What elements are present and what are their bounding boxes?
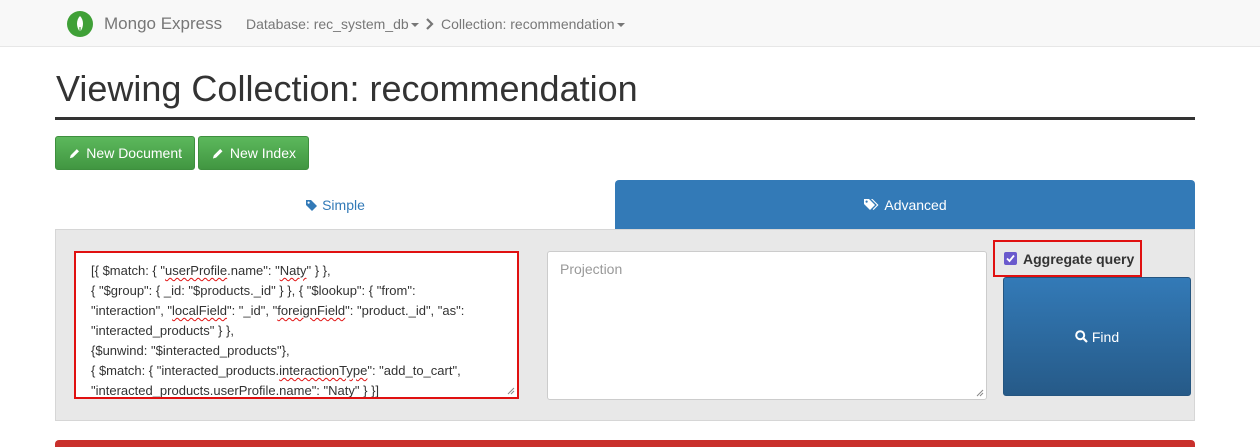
collection-dropdown[interactable]: Collection: recommendation: [441, 16, 625, 32]
tags-icon: [864, 199, 879, 210]
spellcheck-word: Naty: [279, 263, 307, 278]
collection-crumb-label: Collection: recommendation: [441, 16, 615, 32]
query-line: { $match: { "interacted_products.interac…: [91, 363, 461, 378]
search-icon: [1075, 330, 1088, 343]
spellcheck-word: interactionType: [279, 363, 368, 378]
new-document-label: New Document: [86, 145, 182, 161]
tab-simple-label: Simple: [322, 197, 365, 213]
query-line: [{ $match: { "userProfile.name": "Naty" …: [91, 263, 331, 278]
caret-down-icon: [410, 23, 419, 28]
tag-icon: [306, 199, 318, 211]
database-crumb-label: Database: rec_system_db: [246, 16, 409, 32]
pencil-icon: [212, 148, 223, 159]
caret-down-icon: [616, 23, 625, 28]
projection-placeholder: Projection: [560, 261, 623, 277]
new-document-button[interactable]: New Document: [55, 136, 195, 170]
spellcheck-word: userProfile: [213, 383, 276, 398]
projection-textarea[interactable]: Projection: [547, 251, 987, 400]
spellcheck-word: Naty: [328, 383, 355, 398]
title-divider: [55, 117, 1195, 120]
new-index-label: New Index: [229, 145, 296, 161]
query-panel: [{ $match: { "userProfile.name": "Naty" …: [55, 229, 1195, 421]
query-line: "interaction", "localField": "_id", "for…: [91, 303, 465, 318]
find-button[interactable]: Find: [1003, 277, 1191, 396]
tab-simple[interactable]: Simple: [55, 181, 615, 229]
navbar: Mongo Express Database: rec_system_db Co…: [0, 0, 1260, 47]
resize-handle-icon[interactable]: [507, 387, 515, 395]
query-line: {$unwind: "$interacted_products"},: [91, 343, 290, 358]
check-icon: [1006, 254, 1015, 263]
spellcheck-word: localField: [172, 303, 227, 318]
database-dropdown[interactable]: Database: rec_system_db: [246, 16, 419, 32]
pencil-icon: [69, 148, 79, 158]
resize-handle-icon[interactable]: [976, 389, 984, 397]
aggregate-query-option: Aggregate query: [993, 240, 1142, 277]
new-index-button[interactable]: New Index: [198, 136, 309, 170]
spellcheck-word: foreignField: [277, 303, 346, 318]
query-textarea[interactable]: [{ $match: { "userProfile.name": "Naty" …: [74, 251, 519, 399]
page-title: Viewing Collection: recommendation: [56, 68, 638, 109]
query-line: "interacted_products" } },: [91, 323, 234, 338]
brand-name[interactable]: Mongo Express: [104, 14, 222, 34]
aggregate-label[interactable]: Aggregate query: [1023, 251, 1134, 267]
tab-advanced-label: Advanced: [884, 196, 947, 213]
leaf-icon: [67, 11, 93, 37]
tab-advanced[interactable]: Advanced: [615, 180, 1195, 229]
find-label: Find: [1091, 328, 1120, 345]
spellcheck-word: userProfile: [165, 263, 228, 278]
aggregate-checkbox[interactable]: [1004, 252, 1017, 265]
query-line: { "$group": { _id: "$products._id" } }, …: [91, 283, 416, 298]
alert-banner: [55, 440, 1195, 447]
chevron-right-icon: [426, 18, 434, 30]
query-line: "interacted_products.userProfile.name": …: [91, 383, 380, 398]
